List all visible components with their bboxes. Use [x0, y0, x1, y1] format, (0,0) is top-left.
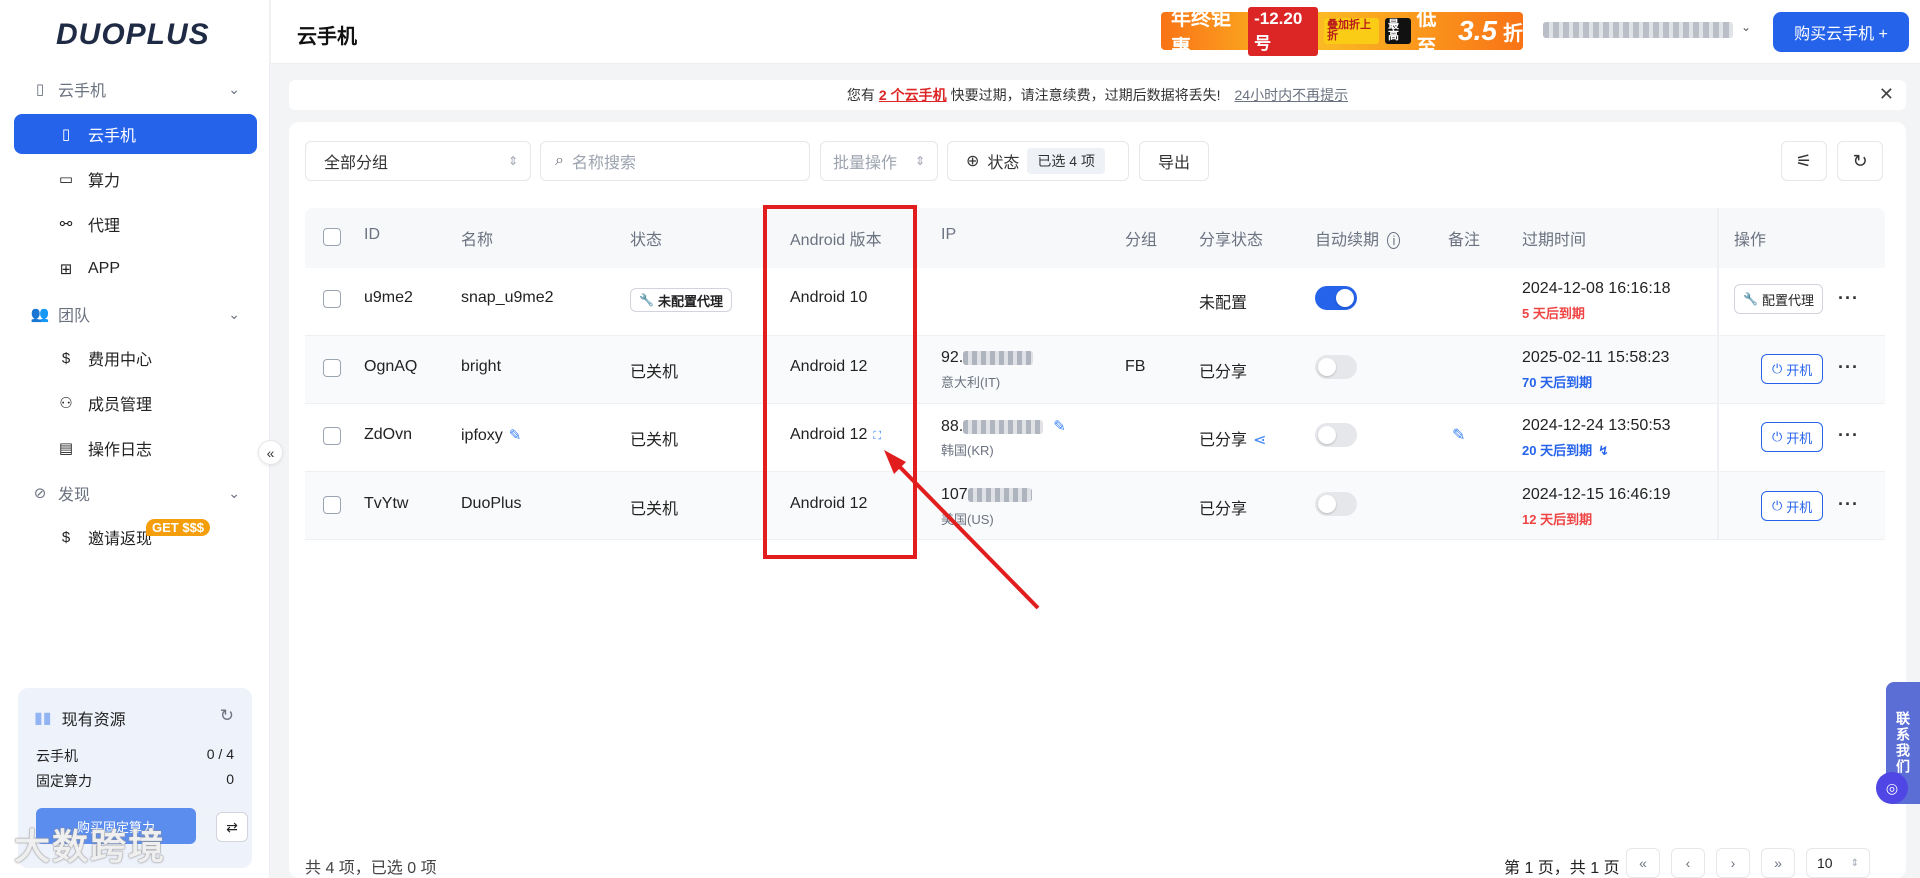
page-info: 第 1 页，共 1 页 — [1504, 860, 1620, 877]
table-summary: 共 4 项，已选 0 项 — [305, 860, 437, 877]
last-page-icon[interactable]: » — [1761, 848, 1795, 878]
next-page-icon[interactable]: › — [1716, 848, 1750, 878]
page-size-value: 10 — [1817, 855, 1833, 871]
first-page-icon[interactable]: « — [1626, 848, 1660, 878]
prev-page-icon[interactable]: ‹ — [1671, 848, 1705, 878]
chat-icon[interactable]: ◎ — [1876, 772, 1908, 804]
arrow-line — [893, 460, 1040, 610]
page-size-select[interactable]: 10 ⇕ — [1806, 848, 1870, 878]
updown-icon: ⇕ — [1850, 857, 1859, 869]
annotation-arrow — [884, 450, 1040, 610]
